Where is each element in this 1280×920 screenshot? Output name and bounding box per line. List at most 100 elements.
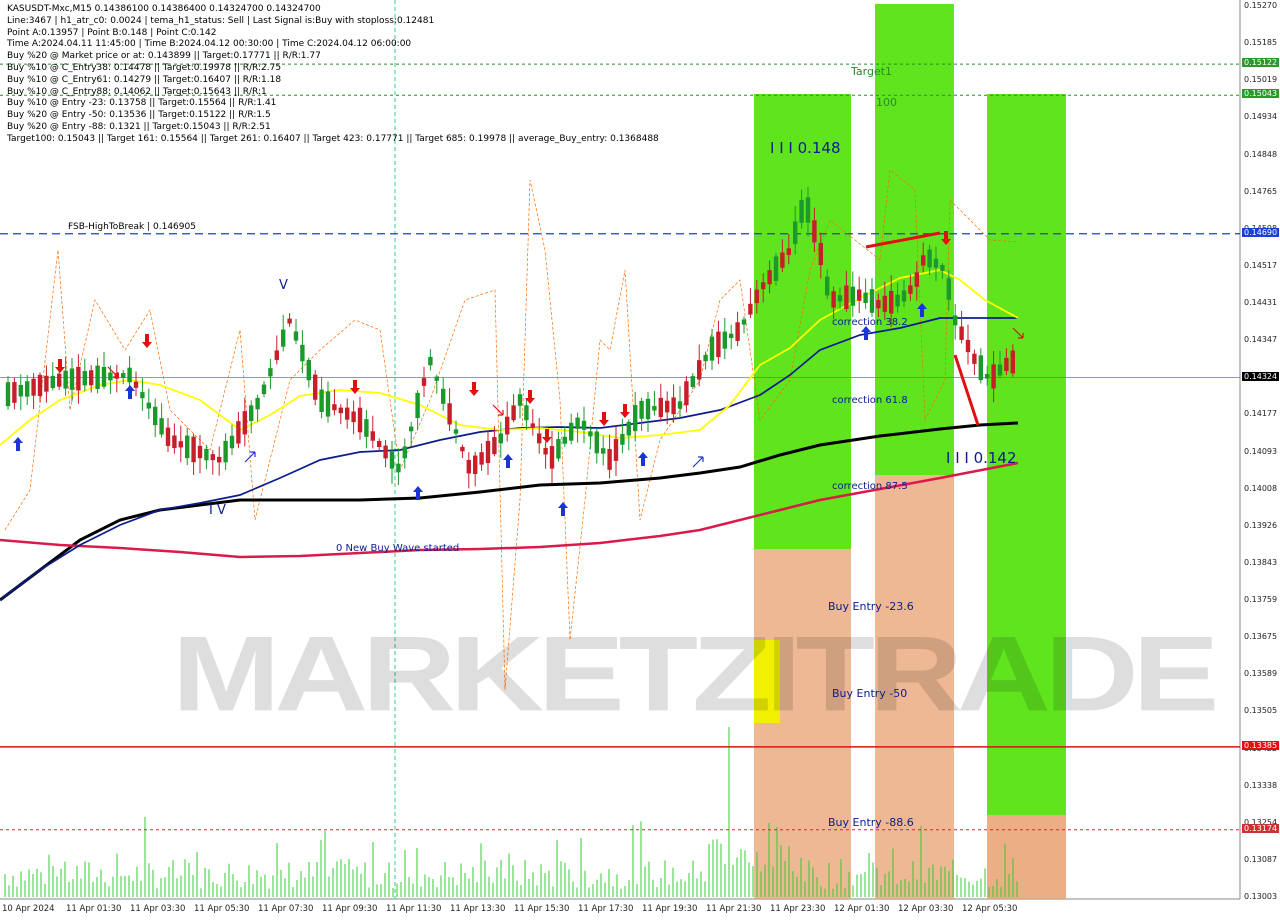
fsb-label: FSB-HighToBreak | 0.146905 (68, 222, 196, 232)
watermark-logo: MARKETZITRADE (172, 613, 1219, 734)
candle-body (261, 384, 267, 395)
candle-body (697, 360, 702, 380)
candle-body (37, 374, 43, 397)
candle-body (95, 365, 100, 390)
candle-body (1004, 357, 1009, 372)
candle-body (639, 400, 644, 419)
orange-zone-3 (987, 815, 1066, 899)
time-axis-label: 10 Apr 2024 (2, 904, 55, 914)
price-tag: 0.15122 (1242, 58, 1280, 68)
price-axis-label: 0.15270 (1244, 1, 1278, 10)
candle-body (876, 300, 881, 309)
candle-body (396, 463, 401, 473)
price-axis-label: 0.15185 (1244, 38, 1278, 48)
candle-body (997, 364, 1003, 376)
candle-body (735, 322, 740, 341)
candle-body (511, 405, 516, 421)
candle-body (780, 252, 785, 268)
price-axis-label: 0.15019 (1244, 75, 1278, 85)
candle-body (223, 440, 228, 463)
price-axis-label: 0.14517 (1244, 260, 1278, 270)
candle-body (831, 291, 836, 308)
candle-body (377, 441, 382, 447)
candle-body (338, 407, 343, 414)
candle-body (460, 446, 465, 452)
candle-body (300, 344, 305, 362)
candle-body (818, 242, 823, 266)
candle-body (741, 319, 747, 325)
candle-body (716, 331, 721, 358)
candle-body (153, 406, 158, 426)
candle-body (409, 426, 414, 432)
candle-body (82, 371, 87, 386)
time-axis-label: 11 Apr 05:30 (194, 904, 250, 914)
candle-body (313, 374, 318, 400)
time-axis-label: 11 Apr 01:30 (66, 904, 122, 914)
candle-body (76, 366, 81, 391)
candle-body (402, 446, 407, 459)
price-axis-label: 0.14008 (1244, 483, 1278, 493)
price-axis-label: 0.13505 (1244, 706, 1278, 716)
candle-body (530, 423, 535, 428)
candle-body (255, 397, 260, 410)
trading-chart[interactable]: MARKETZITRADE KASUSDT-Mxc,M15 0.14386100… (0, 0, 1280, 920)
candle-body (357, 407, 363, 433)
candle-body (140, 392, 145, 399)
correction-38-label: correction 38.2 (832, 317, 908, 328)
candle-body (914, 272, 919, 287)
candle-body (985, 373, 990, 379)
candle-body (857, 289, 862, 301)
candle-body (524, 405, 529, 421)
candle-body (383, 445, 388, 459)
candle-body (754, 289, 759, 304)
candle-body (786, 248, 791, 255)
target1-label: Target1 (851, 65, 893, 78)
info-line: Buy %20 @ Entry -50: 0.13536 || Target:0… (7, 110, 271, 121)
candle-body (671, 397, 676, 415)
candle-body (767, 270, 772, 285)
candle-body (505, 416, 510, 435)
price-axis-label: 0.13843 (1244, 557, 1278, 567)
time-axis-label: 11 Apr 21:30 (706, 904, 762, 914)
time-axis-label: 12 Apr 01:30 (834, 904, 890, 914)
time-axis-label: 11 Apr 17:30 (578, 904, 634, 914)
price-tag: 0.13385 (1242, 740, 1280, 750)
candle-body (805, 197, 811, 223)
candle-body (652, 405, 657, 411)
candle-body (709, 336, 715, 361)
candle-body (492, 437, 497, 455)
price-tag: 0.14690 (1242, 227, 1280, 237)
candle-body (242, 411, 247, 435)
candle-body (901, 290, 907, 302)
price-axis-label: 0.14848 (1244, 149, 1278, 159)
candle-body (613, 439, 619, 461)
candle-body (569, 422, 574, 441)
candle-body (306, 359, 311, 381)
candle-body (722, 331, 727, 349)
candle-body (236, 421, 241, 444)
candle-body (882, 295, 887, 312)
info-line: Point A:0.13957 | Point B:0.148 | Point … (7, 27, 217, 38)
time-axis-label: 11 Apr 03:30 (130, 904, 186, 914)
candle-body (332, 404, 337, 411)
candle-body (389, 451, 395, 469)
candle-body (274, 350, 279, 360)
time-axis-label: 11 Apr 09:30 (322, 904, 378, 914)
target100-label: 100 (876, 96, 897, 109)
candle-body (364, 419, 369, 437)
candle-body (18, 384, 23, 397)
candle-body (281, 329, 286, 347)
candle-body (703, 354, 708, 362)
candle-body (466, 459, 471, 474)
candle-body (172, 435, 177, 449)
candle-body (479, 452, 484, 465)
price-axis-label: 0.14347 (1244, 335, 1278, 345)
candle-body (287, 318, 292, 324)
candle-body (556, 439, 561, 459)
candle-body (581, 420, 587, 430)
candle-body (895, 294, 900, 307)
candle-body (133, 381, 139, 388)
new-wave-label: 0 New Buy Wave started (336, 543, 460, 554)
candle-body (933, 258, 939, 268)
price-axis-label: 0.14765 (1244, 186, 1278, 196)
